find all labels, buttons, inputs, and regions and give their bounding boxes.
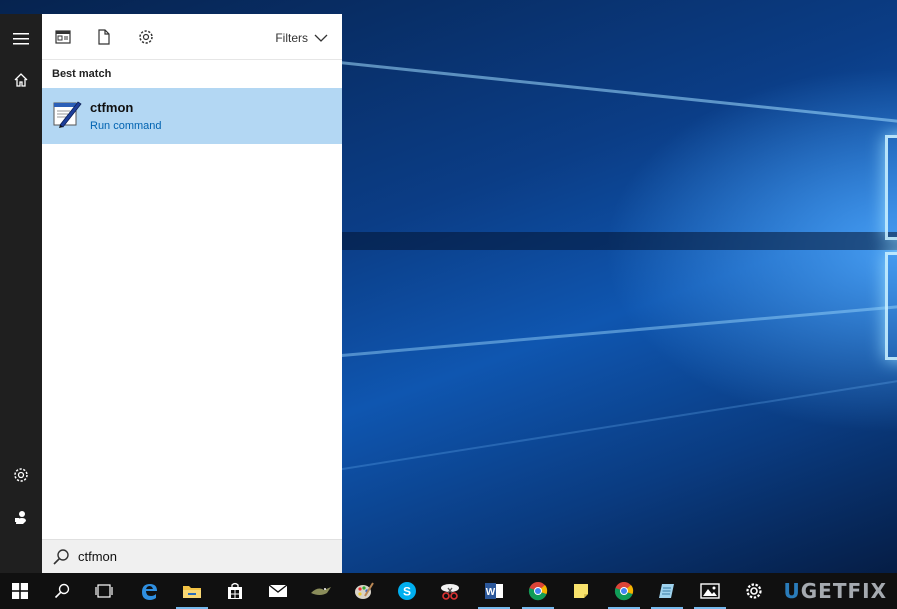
chevron-down-icon bbox=[314, 34, 328, 42]
results-toolbar: Filters bbox=[42, 14, 342, 60]
search-box[interactable] bbox=[42, 539, 342, 573]
store-icon[interactable] bbox=[215, 573, 255, 609]
sticky-notes-icon[interactable] bbox=[561, 573, 601, 609]
app-icon[interactable] bbox=[301, 573, 341, 609]
wallpaper-light-beam bbox=[329, 360, 897, 472]
mail-icon[interactable] bbox=[258, 573, 298, 609]
wallpaper-window-pane bbox=[885, 135, 897, 240]
best-match-heading: Best match bbox=[52, 68, 112, 80]
search-icon[interactable] bbox=[42, 573, 82, 609]
photos-icon[interactable] bbox=[690, 573, 730, 609]
wallpaper-light-beam bbox=[329, 293, 897, 358]
result-title: ctfmon bbox=[90, 100, 134, 115]
gear-icon[interactable] bbox=[0, 455, 42, 495]
gear-icon[interactable] bbox=[136, 27, 156, 47]
search-icon bbox=[53, 548, 69, 565]
search-results-panel: Filters Best match ctfmon Run command bbox=[42, 14, 342, 573]
search-input[interactable] bbox=[78, 545, 328, 568]
document-icon[interactable] bbox=[94, 27, 114, 47]
filters-dropdown[interactable]: Filters bbox=[275, 29, 328, 47]
task-view-icon[interactable] bbox=[84, 573, 124, 609]
wallpaper-window-pane bbox=[885, 252, 897, 360]
watermark-logo: UGETFIX bbox=[783, 579, 887, 603]
chrome-icon[interactable] bbox=[604, 573, 644, 609]
filters-label: Filters bbox=[275, 31, 308, 45]
svg-text:S: S bbox=[403, 585, 411, 599]
user-icon[interactable] bbox=[0, 497, 42, 537]
result-subtitle: Run command bbox=[90, 120, 162, 132]
menu-icon[interactable] bbox=[0, 19, 42, 59]
windows-start-icon[interactable] bbox=[0, 573, 40, 609]
edge-icon[interactable] bbox=[129, 573, 169, 609]
chrome-icon[interactable] bbox=[518, 573, 558, 609]
svg-text:W: W bbox=[486, 587, 496, 598]
taskbar: S W UGETFIX bbox=[0, 573, 897, 609]
wallpaper-light-beam bbox=[329, 60, 897, 137]
best-match-result[interactable]: ctfmon Run command bbox=[42, 88, 342, 144]
start-menu-rail bbox=[0, 14, 42, 573]
snipping-icon[interactable] bbox=[430, 573, 470, 609]
apps-icon[interactable] bbox=[53, 27, 73, 47]
settings-icon[interactable] bbox=[734, 573, 774, 609]
file-explorer-icon[interactable] bbox=[172, 573, 212, 609]
skype-icon[interactable]: S bbox=[387, 573, 427, 609]
wallpaper-shadow-band bbox=[330, 232, 897, 250]
run-command-icon bbox=[52, 99, 82, 129]
home-icon[interactable] bbox=[0, 60, 42, 100]
paint-icon[interactable] bbox=[344, 573, 384, 609]
notepad-icon[interactable] bbox=[647, 573, 687, 609]
word-icon[interactable]: W bbox=[474, 573, 514, 609]
